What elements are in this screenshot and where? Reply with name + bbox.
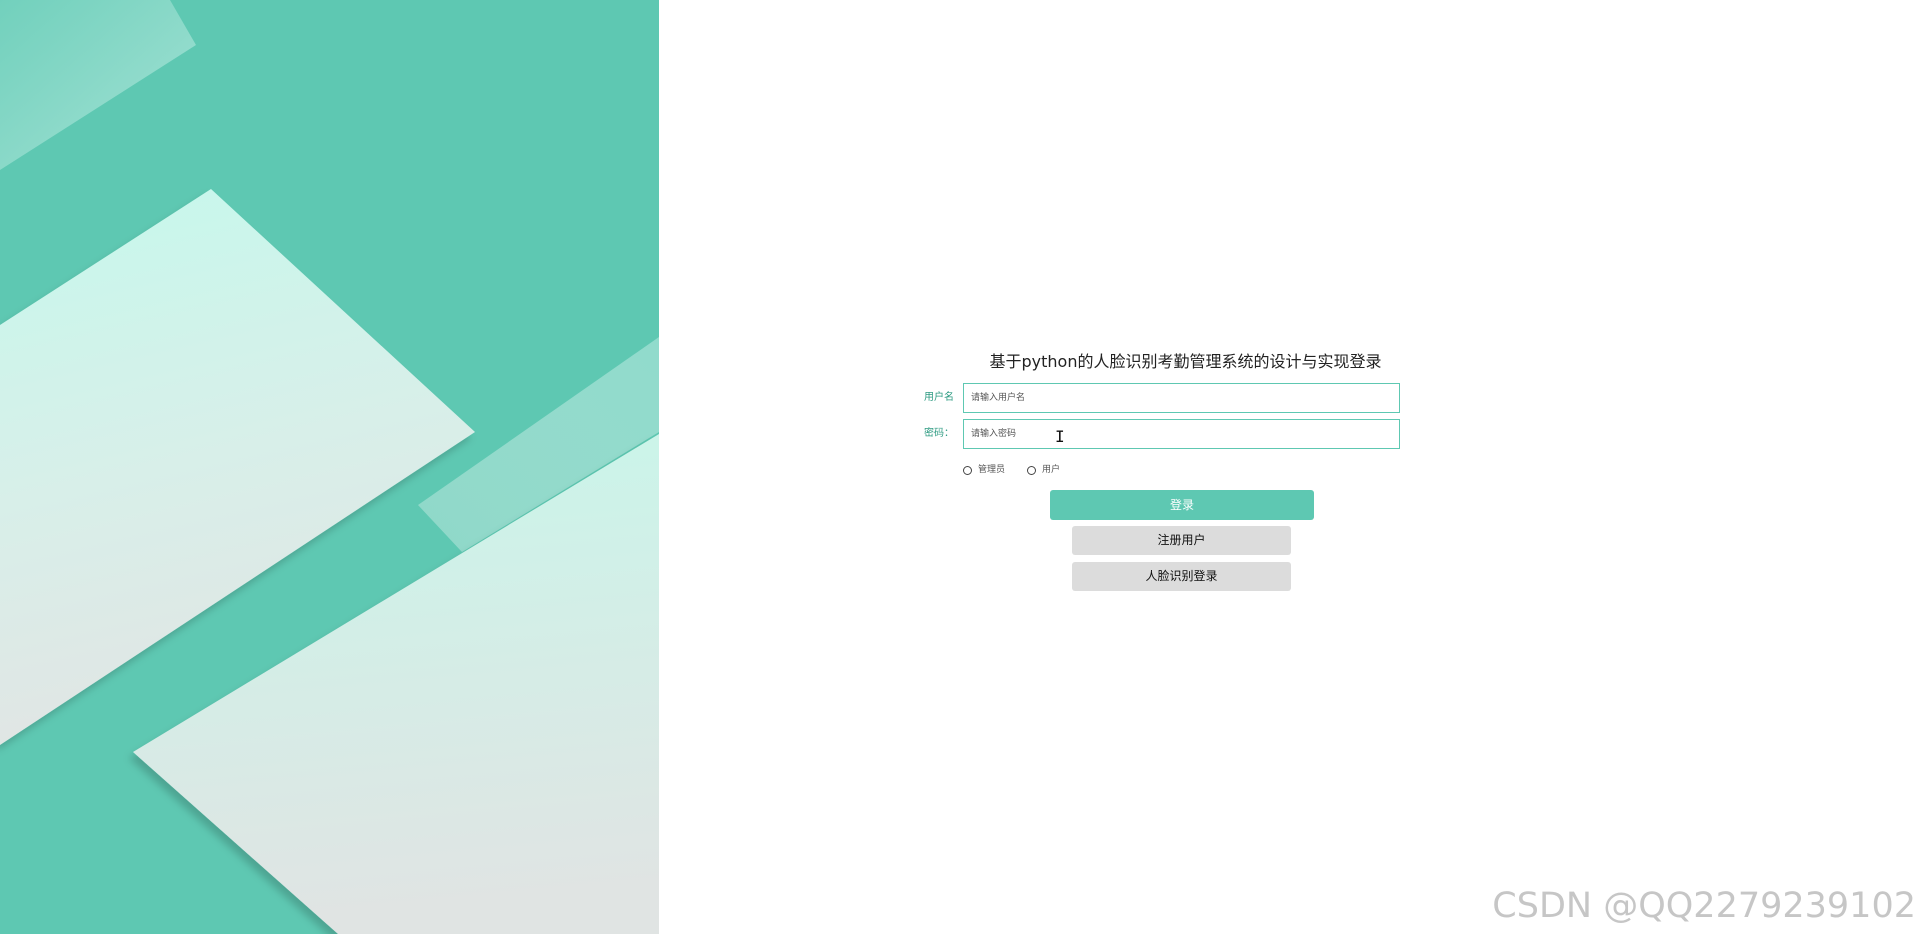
username-input[interactable]: 请输入用户名 xyxy=(963,383,1400,413)
user-role-option[interactable]: 用户 xyxy=(1027,460,1060,480)
decorative-left-panel xyxy=(0,0,659,934)
user-role-label: 用户 xyxy=(1042,465,1061,475)
username-label: 用户名 xyxy=(924,392,954,403)
face-recognition-login-button[interactable]: 人脸识别登录 xyxy=(1072,562,1291,591)
page-title: 基于python的人脸识别考勤管理系统的设计与实现登录 xyxy=(989,352,1382,371)
password-row: 密码： 请输入密码 xyxy=(919,419,1459,449)
password-label: 密码： xyxy=(924,428,954,439)
watermark-text: CSDN @QQ2279239102 xyxy=(1492,886,1916,926)
geometric-background-illustration xyxy=(0,0,659,934)
login-panel: 基于python的人脸识别考勤管理系统的设计与实现登录 用户名 请输入用户名 密… xyxy=(659,0,1920,934)
admin-radio-button[interactable] xyxy=(963,465,972,475)
role-radio-group: 管理员 用户 xyxy=(963,460,1223,480)
username-row: 用户名 请输入用户名 xyxy=(919,383,1459,413)
login-button[interactable]: 登录 xyxy=(1050,490,1314,520)
admin-role-option[interactable]: 管理员 xyxy=(963,460,1005,480)
admin-role-label: 管理员 xyxy=(978,465,1006,475)
text-cursor-icon: I xyxy=(1055,427,1065,446)
user-radio-button[interactable] xyxy=(1027,465,1036,475)
register-user-button[interactable]: 注册用户 xyxy=(1072,526,1291,555)
password-input[interactable]: 请输入密码 xyxy=(963,419,1400,449)
login-form: 基于python的人脸识别考勤管理系统的设计与实现登录 用户名 请输入用户名 密… xyxy=(919,350,1479,600)
login-page: 基于python的人脸识别考勤管理系统的设计与实现登录 用户名 请输入用户名 密… xyxy=(0,0,1920,934)
